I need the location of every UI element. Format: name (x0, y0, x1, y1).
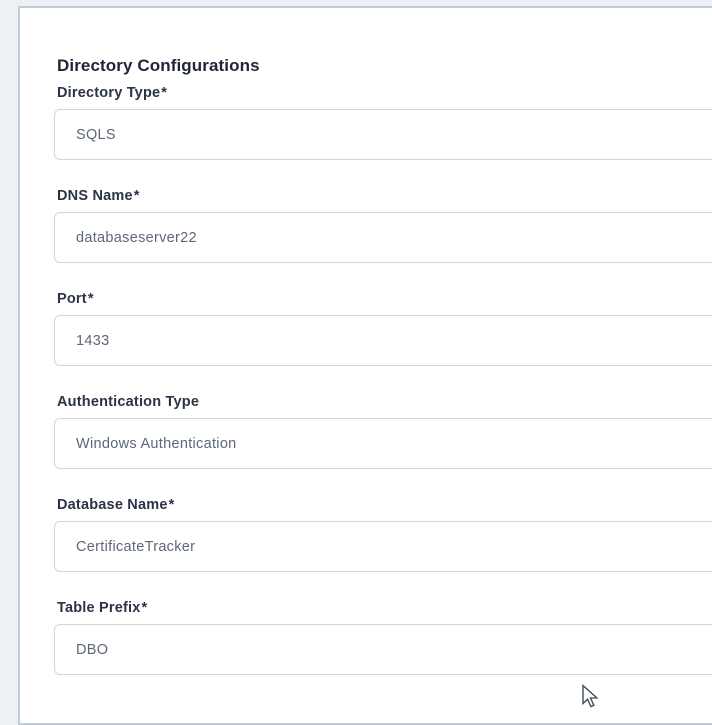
table-prefix-label: Table Prefix* (57, 599, 712, 617)
field-database-name: Database Name* (57, 496, 712, 572)
field-table-prefix: Table Prefix* (57, 599, 712, 675)
required-mark: * (169, 497, 175, 513)
field-port: Port* (57, 290, 712, 366)
required-mark: * (134, 188, 140, 204)
label-text: Directory Type (57, 85, 160, 101)
page-title: Directory Configurations (57, 56, 712, 76)
port-label: Port* (57, 290, 712, 308)
directory-type-label: Directory Type* (57, 84, 712, 102)
port-input[interactable] (54, 315, 712, 366)
label-text: DNS Name (57, 188, 133, 204)
label-text: Port (57, 291, 87, 307)
database-name-label: Database Name* (57, 496, 712, 514)
label-text: Table Prefix (57, 600, 141, 616)
card-content: Directory Configurations Directory Type*… (20, 8, 712, 675)
database-name-input[interactable] (54, 521, 712, 572)
field-authentication-type: Authentication Type (57, 393, 712, 469)
dns-name-label: DNS Name* (57, 187, 712, 205)
field-directory-type: Directory Type* (57, 84, 712, 160)
label-text: Authentication Type (57, 394, 199, 410)
authentication-type-label: Authentication Type (57, 393, 712, 411)
table-prefix-input[interactable] (54, 624, 712, 675)
required-mark: * (142, 600, 148, 616)
field-dns-name: DNS Name* (57, 187, 712, 263)
required-mark: * (161, 85, 167, 101)
dns-name-input[interactable] (54, 212, 712, 263)
directory-type-input[interactable] (54, 109, 712, 160)
label-text: Database Name (57, 497, 168, 513)
required-mark: * (88, 291, 94, 307)
authentication-type-input[interactable] (54, 418, 712, 469)
directory-configurations-card: Directory Configurations Directory Type*… (18, 6, 712, 725)
